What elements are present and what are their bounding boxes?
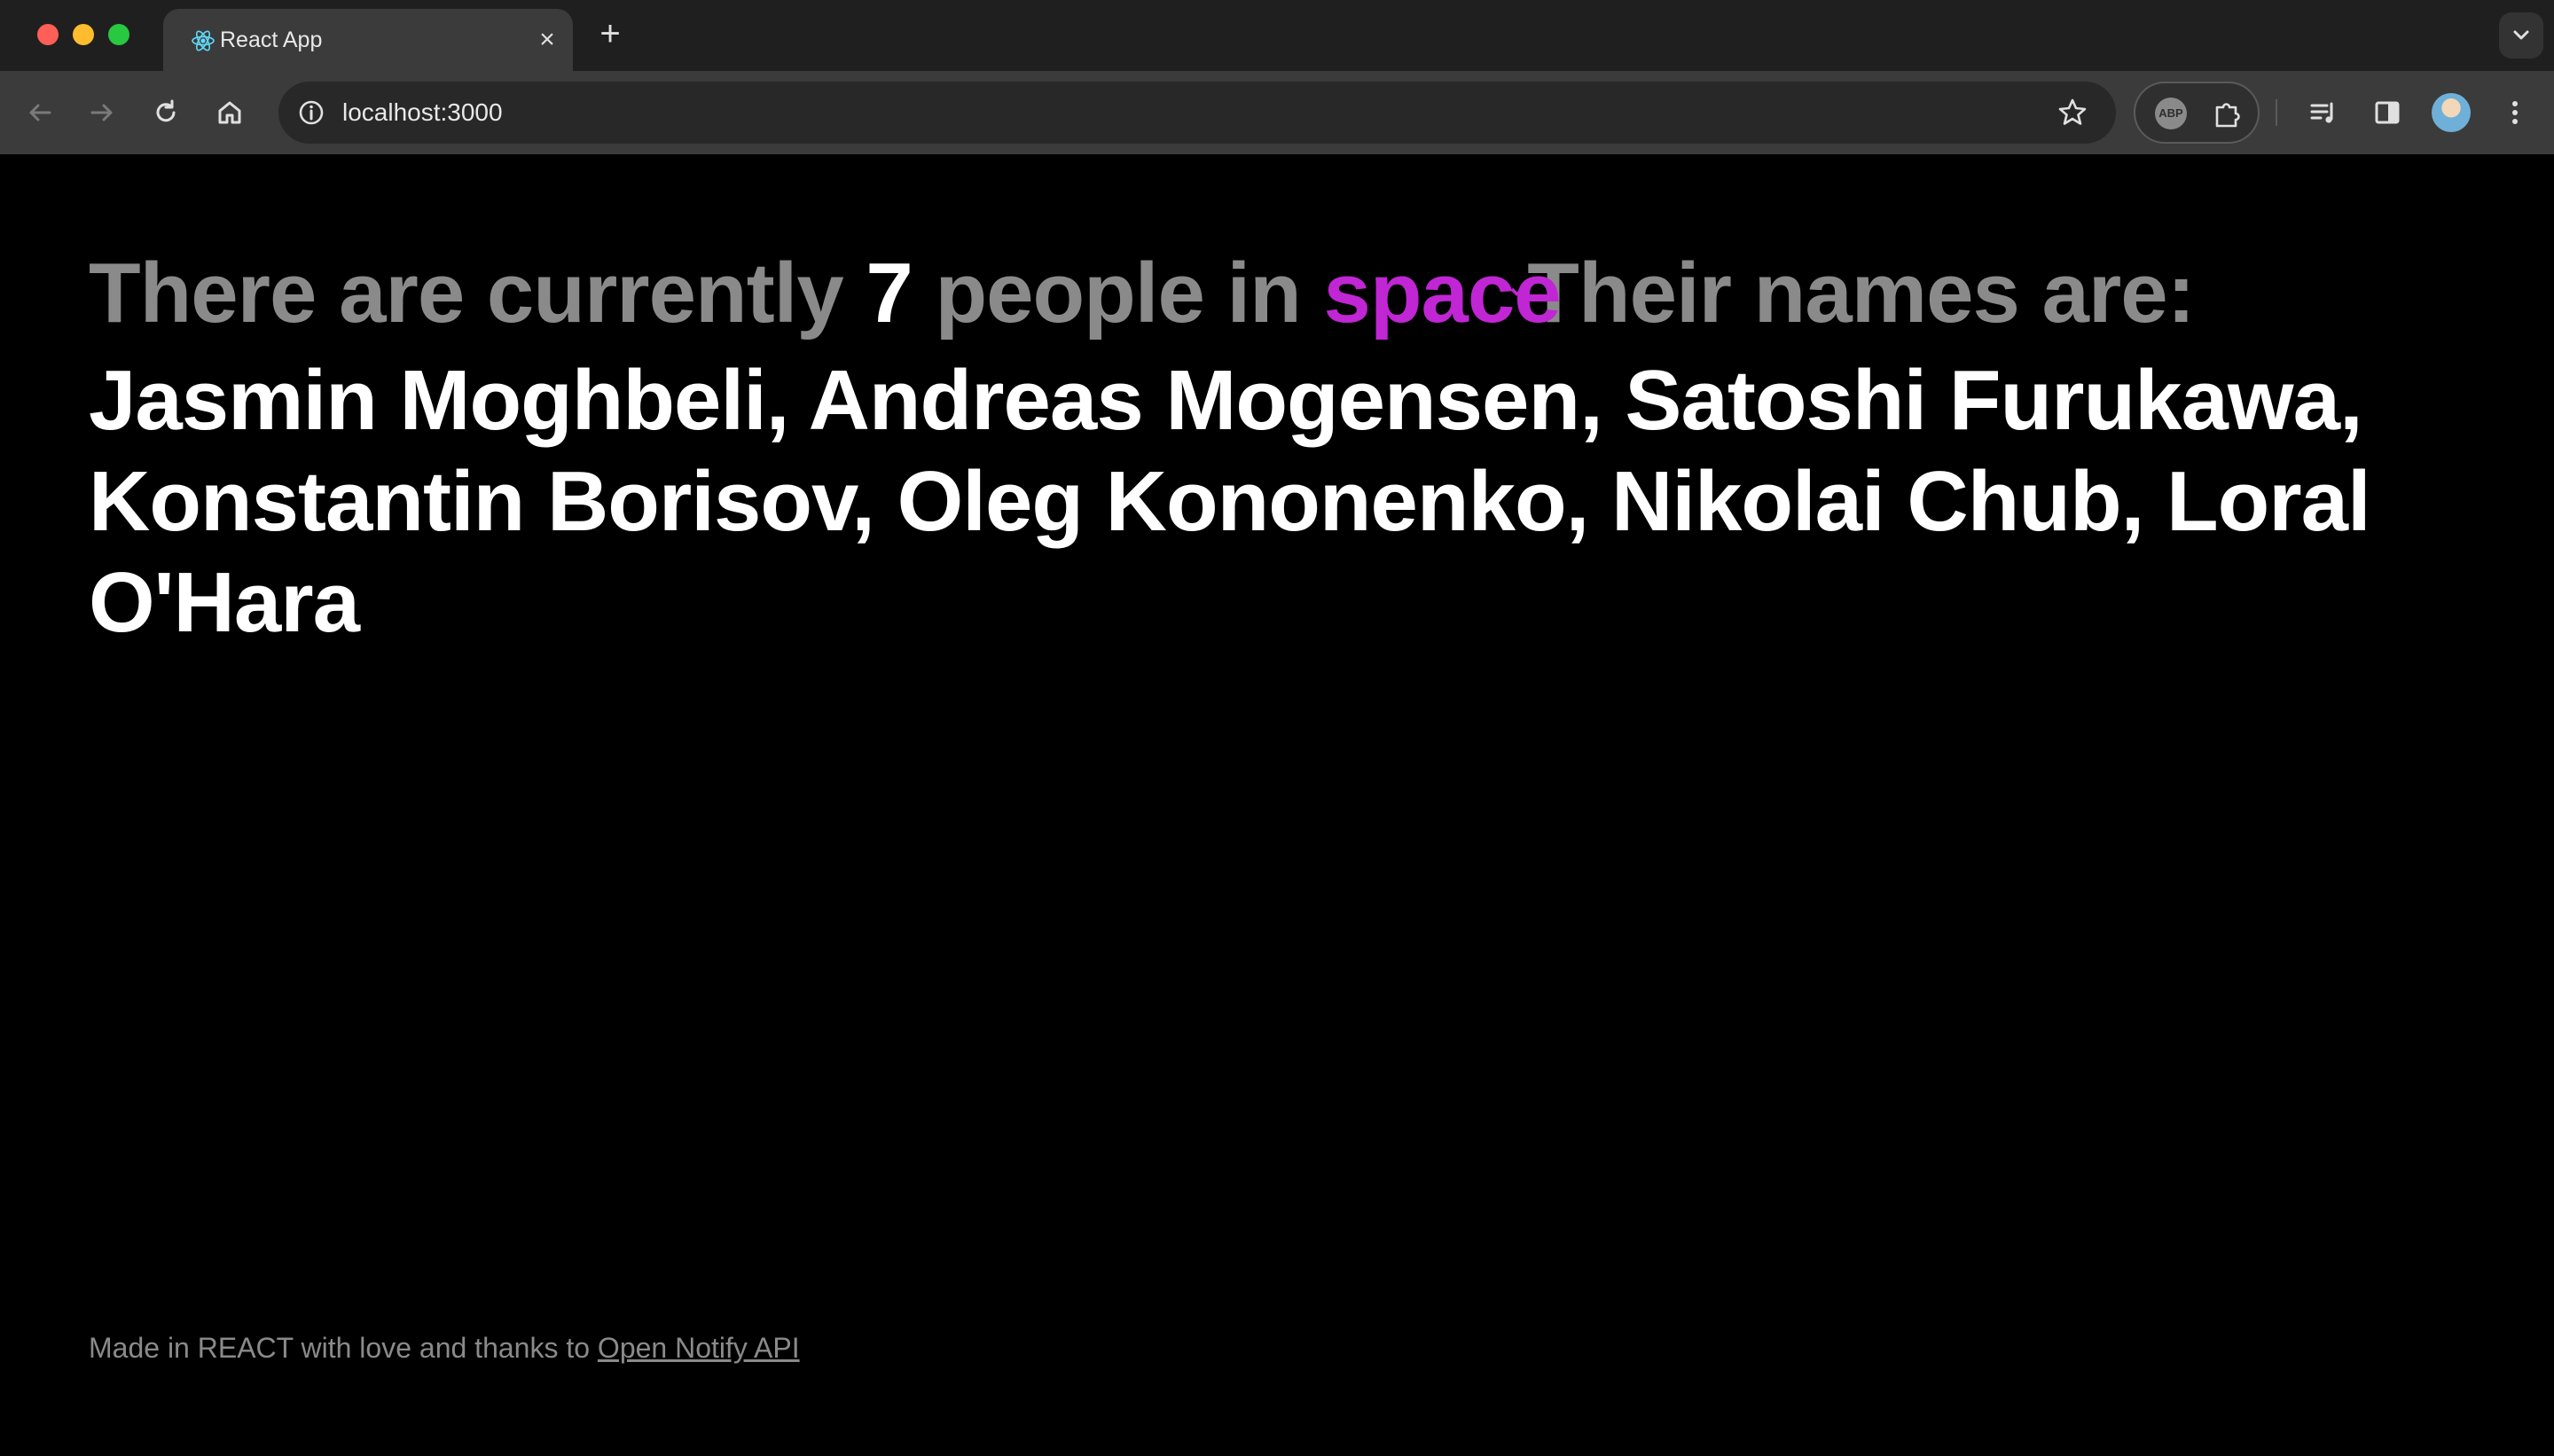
astronaut-names: Jasmin Moghbeli, Andreas Mogensen, Satos… [89,352,2371,650]
headline-suffix: Their names are: [1527,246,2195,341]
extensions-group: ABP [2134,82,2260,144]
new-tab-button[interactable]: + [594,16,626,51]
site-info-icon[interactable] [293,94,330,131]
tab-title: React App [220,27,323,52]
chevron-down-icon[interactable]: ⌄ [1506,272,1528,301]
arrow-left-icon [29,104,51,121]
back-button[interactable] [20,92,60,133]
more-vertical-icon [2512,101,2518,124]
profile-avatar[interactable] [2432,93,2471,132]
browser-toolbar: localhost:3000 ABP [0,71,2554,154]
queue-music-icon [2310,102,2333,123]
home-icon [218,101,241,124]
toolbar-divider [2276,99,2277,126]
page-content: There are currently 7 people in space ⌄T… [0,154,2554,1456]
browser-menu-button[interactable] [2495,93,2534,132]
side-panel-button[interactable] [2368,93,2407,132]
forward-button[interactable] [82,92,122,133]
reload-button[interactable] [145,92,186,133]
home-button[interactable] [209,92,250,133]
open-notify-link[interactable]: Open Notify API [598,1332,800,1364]
minimize-window-button[interactable] [73,24,94,45]
react-icon [192,30,215,51]
address-bar[interactable]: localhost:3000 [278,82,2116,144]
headline-prefix: There are currently [89,246,844,341]
maximize-window-button[interactable] [108,24,129,45]
people-count: 7 [866,246,913,341]
headline: There are currently 7 people in space ⌄T… [89,243,2394,654]
headline-middle: people in [935,246,1301,341]
reload-icon [156,99,176,122]
location-select[interactable]: space [1323,243,1561,344]
chevron-down-icon [2513,30,2529,40]
reading-list-button[interactable] [2304,93,2343,132]
extensions-puzzle-icon[interactable] [2210,97,2245,132]
footer: Made in REACT with love and thanks to Op… [89,1332,800,1365]
url-text[interactable]: localhost:3000 [342,82,503,144]
tab-search-button[interactable] [2499,12,2543,59]
close-tab-icon[interactable]: × [536,27,559,53]
arrow-right-icon [90,104,113,121]
bookmark-star-icon[interactable] [2056,96,2089,129]
tab-strip: React App × + [0,0,2554,71]
side-panel-icon [2375,101,2400,124]
adblock-plus-icon[interactable]: ABP [2155,98,2187,129]
browser-tab[interactable]: React App × [163,9,573,71]
footer-text: Made in REACT with love and thanks to [89,1332,591,1364]
close-window-button[interactable] [37,24,59,45]
